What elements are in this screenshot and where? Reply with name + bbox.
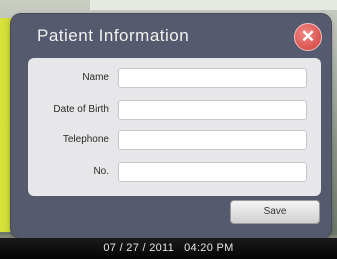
- dob-field[interactable]: [118, 100, 307, 120]
- telephone-row: Telephone: [28, 130, 321, 152]
- telephone-field[interactable]: [118, 130, 307, 150]
- save-button[interactable]: Save: [230, 200, 320, 224]
- dialog-title: Patient Information: [37, 26, 190, 45]
- status-bar: 07 / 27 / 2011 04:20 PM: [0, 238, 337, 259]
- number-label: No.: [93, 166, 109, 177]
- form-panel: Name Date of Birth Telephone No.: [28, 58, 321, 196]
- dob-label: Date of Birth: [53, 104, 109, 115]
- name-field[interactable]: [118, 68, 307, 88]
- name-row: Name: [28, 68, 321, 90]
- patient-info-dialog: Patient Information ✕ Name Date of Birth…: [11, 14, 331, 238]
- telephone-label: Telephone: [62, 134, 109, 145]
- number-row: No.: [28, 162, 321, 184]
- close-icon: ✕: [300, 27, 316, 46]
- background-highlight: [90, 0, 337, 10]
- number-field[interactable]: [118, 162, 307, 182]
- dob-row: Date of Birth: [28, 100, 321, 122]
- name-label: Name: [82, 72, 109, 83]
- datetime-display: 07 / 27 / 2011 04:20 PM: [103, 242, 234, 254]
- close-button[interactable]: ✕: [294, 23, 322, 51]
